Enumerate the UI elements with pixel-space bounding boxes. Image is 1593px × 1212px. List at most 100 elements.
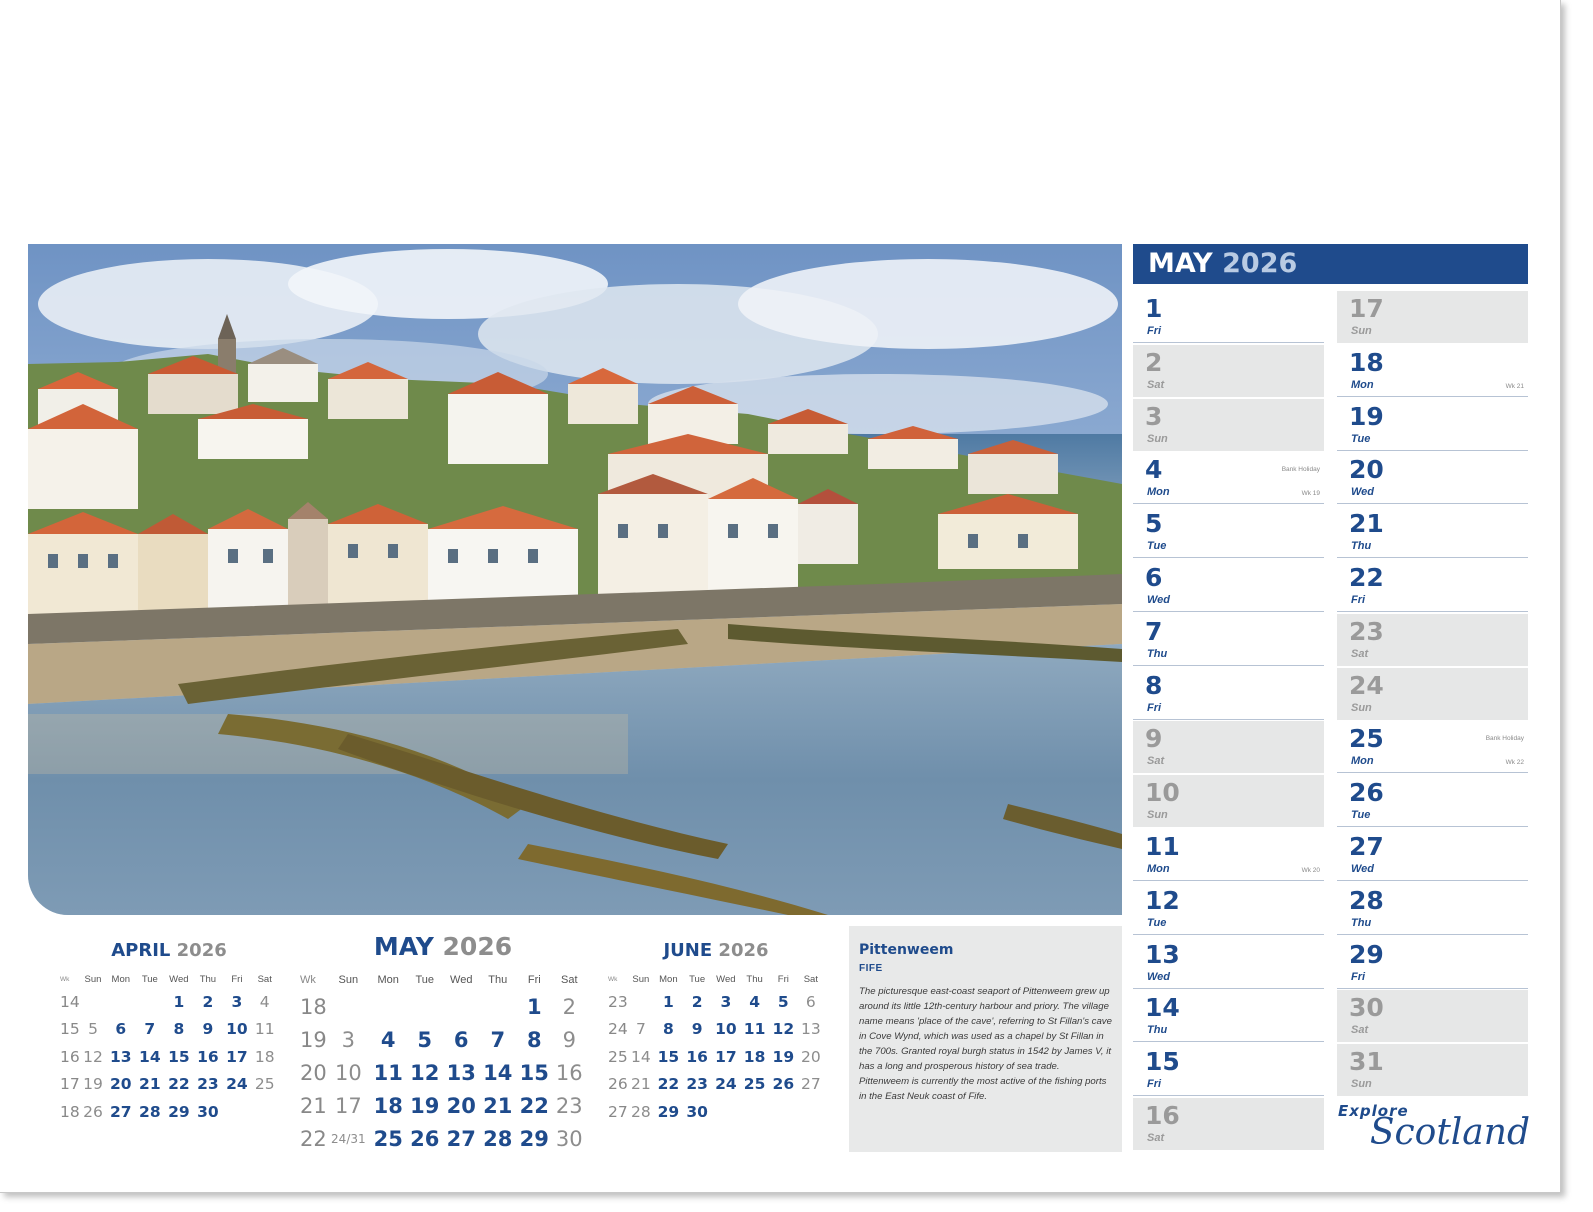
day-number: 18 [1349, 347, 1384, 377]
date-cell: 19 [772, 1047, 795, 1066]
day-cell: 3 Sun [1133, 398, 1324, 451]
day-cell: 8 Fri [1133, 667, 1324, 720]
date-cell: 20 [800, 1047, 821, 1066]
day-weekday: Wed [1147, 970, 1171, 983]
day-number: 8 [1145, 670, 1163, 700]
day-cell: 4 Mon Bank Holiday Wk 19 [1133, 452, 1324, 505]
mini-month: MAY [373, 932, 434, 961]
date-cell: 10 [226, 1020, 248, 1039]
date-cell: 27 [800, 1075, 821, 1094]
day-number: 14 [1145, 993, 1180, 1023]
date-cell: 1 [662, 992, 674, 1011]
date-cell: 6 [453, 1027, 469, 1052]
day-number: 24 [1349, 670, 1384, 700]
date-cell: 11 [373, 1060, 403, 1085]
date-cell: 24/31 [331, 1131, 366, 1146]
day-number: 16 [1145, 1100, 1180, 1130]
date-cell [740, 1098, 769, 1126]
day-cell: 20 Wed [1337, 452, 1528, 505]
day-number: 22 [1349, 562, 1384, 592]
day-cell: 26 Tue [1337, 775, 1528, 828]
date-cell: 28 [139, 1102, 161, 1121]
day-cell: 21 Thu [1337, 506, 1528, 559]
week-number: 15 [60, 1020, 80, 1039]
day-holiday-note: Bank Holiday [1281, 466, 1320, 474]
date-cell: 2 [562, 994, 576, 1019]
day-week-number: Wk 19 [1301, 490, 1320, 498]
date-cell [711, 1098, 740, 1126]
location-title: Pittenweem [859, 942, 954, 958]
day-number: 27 [1349, 831, 1384, 861]
date-cell: 19 [410, 1093, 440, 1118]
date-cell: 27 [110, 1102, 132, 1121]
day-week-number: Wk 20 [1301, 866, 1320, 874]
date-cell [135, 988, 164, 1016]
month-header: MAY 2026 [1133, 244, 1528, 284]
date-cell: 6 [115, 1020, 127, 1039]
day-number: 31 [1349, 1047, 1384, 1077]
date-cell: 29 [657, 1102, 680, 1121]
weekday-header: Mon [659, 973, 678, 985]
date-cell: 21 [483, 1093, 513, 1118]
weekday-header: Thu [488, 974, 508, 986]
date-cell: 6 [805, 992, 816, 1011]
day-weekday: Sun [1351, 325, 1372, 337]
date-cell: 4 [749, 992, 760, 1011]
day-weekday: Sat [1351, 1024, 1369, 1037]
date-cell [769, 1098, 798, 1126]
day-cell: 22 Fri [1337, 559, 1528, 612]
day-cell: 10 Sun [1133, 775, 1324, 828]
day-cell: 17 Sun [1337, 291, 1528, 343]
week-number: 22 [300, 1126, 327, 1151]
date-cell: 2 [691, 992, 703, 1011]
date-cell: 3 [231, 992, 243, 1011]
date-cell: 12 [772, 1020, 795, 1039]
location-info-panel: Pittenweem FIFE The picturesque east-coa… [849, 926, 1122, 1152]
day-cell: 7 Thu [1133, 613, 1324, 666]
date-cell: 8 [526, 1027, 542, 1052]
day-number: 1 [1145, 294, 1163, 323]
date-cell: 9 [691, 1020, 703, 1039]
weekday-header: Sun [84, 973, 102, 985]
day-cell: 15 Fri [1133, 1044, 1324, 1097]
month-header-year: 2026 [1222, 248, 1298, 279]
day-weekday: Thu [1147, 1024, 1168, 1037]
day-number: 19 [1349, 401, 1384, 431]
date-cell: 7 [490, 1027, 506, 1052]
weekday-header: Sun [632, 973, 650, 985]
date-cell: 17 [715, 1047, 737, 1066]
day-column-2: 17 Sun 18 Mon Wk 21 19 Tue 20 Wed 21 Thu 22 Fri 23 Sat… [1337, 291, 1528, 1098]
date-cell: 28 [483, 1126, 513, 1151]
date-cell: 16 [555, 1060, 583, 1085]
date-cell [798, 1098, 824, 1126]
day-cell: 2 Sat [1133, 344, 1324, 397]
day-number: 5 [1145, 509, 1163, 539]
location-region: FIFE [859, 963, 883, 974]
weekday-header: Tue [415, 974, 434, 986]
day-weekday: Sat [1351, 647, 1369, 660]
date-cell: 12 [410, 1060, 440, 1085]
day-number: 7 [1145, 616, 1163, 646]
date-cell: 11 [743, 1020, 766, 1039]
date-cell: 22 [519, 1093, 549, 1118]
date-cell: 23 [197, 1075, 219, 1094]
date-cell [222, 1098, 251, 1126]
day-weekday: Sat [1147, 378, 1165, 391]
date-cell [480, 990, 517, 1023]
day-weekday: Sun [1351, 701, 1372, 714]
day-weekday: Mon [1351, 755, 1374, 768]
date-cell [628, 988, 654, 1016]
day-cell: 28 Thu [1337, 882, 1528, 935]
calendar-page: MAY 2026 1 Fri 2 Sat 3 Sun 4 Mon Bank Holiday Wk … [0, 0, 1561, 1193]
date-cell: 19 [83, 1075, 103, 1094]
day-weekday: Wed [1351, 862, 1375, 875]
date-cell: 3 [341, 1027, 356, 1052]
day-cell: 9 Sat [1133, 721, 1324, 774]
weekday-header: Thu [746, 973, 763, 985]
weekday-header: Sun [338, 974, 359, 986]
date-cell: 5 [88, 1020, 98, 1039]
weekday-header: Fri [527, 974, 541, 986]
weekday-header: Sat [257, 973, 272, 985]
day-cell: 30 Sat [1337, 990, 1528, 1043]
date-cell: 7 [635, 1020, 646, 1039]
